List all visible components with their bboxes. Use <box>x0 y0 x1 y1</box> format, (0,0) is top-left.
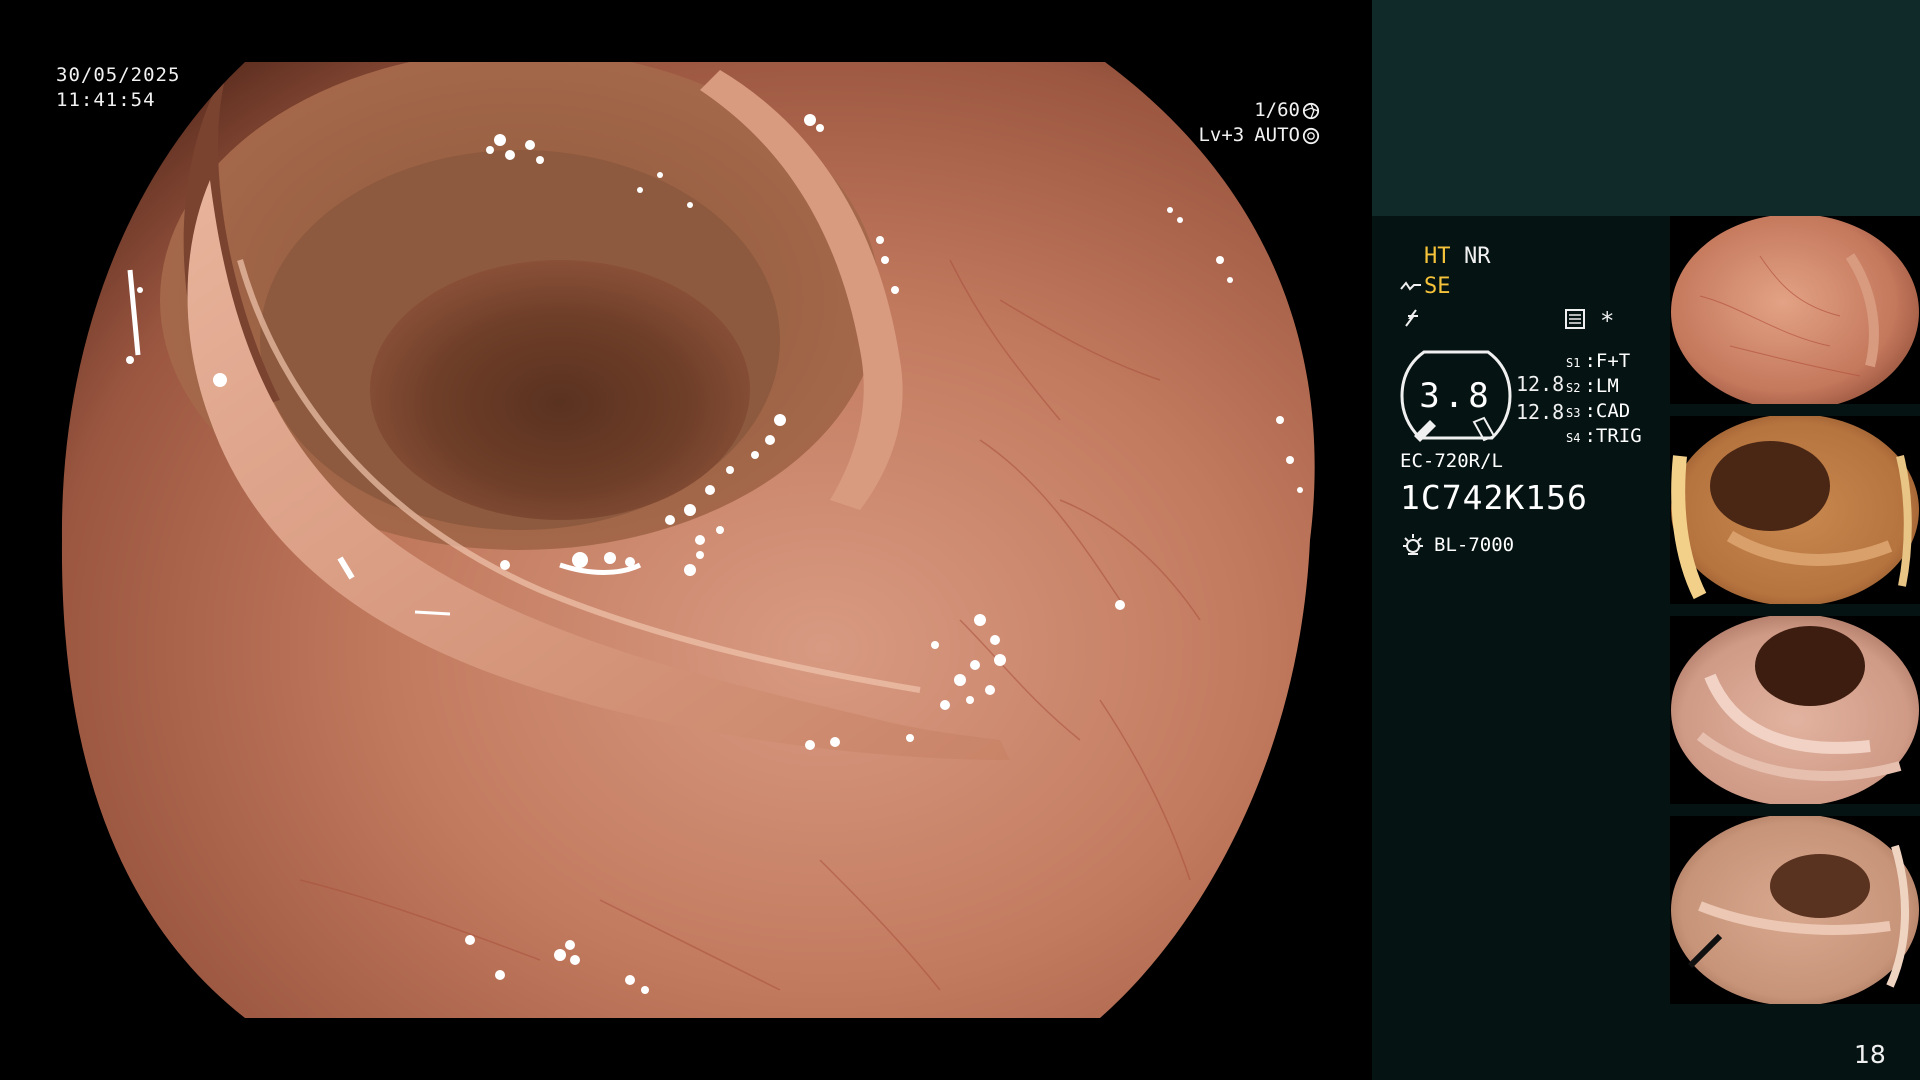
switch-key: S4 <box>1566 431 1581 445</box>
shutter-text: 1/60 <box>1254 99 1300 121</box>
switch-row-1: S1: F+T <box>1566 350 1631 372</box>
light-source-row: BL-7000 <box>1400 532 1514 558</box>
level-text: Lv+3 <box>1198 124 1245 146</box>
asterisk-indicator: * <box>1600 307 1615 335</box>
date-text: 30/05/2025 <box>56 64 181 86</box>
thumbnail-capture-3[interactable] <box>1670 616 1920 804</box>
switch-key: S2 <box>1566 381 1581 395</box>
endoscope-live-view: 30/05/2025 11:41:54 1/60 Lv+3 AUTO <box>0 0 1372 1080</box>
switch-value: TRIG <box>1595 425 1642 447</box>
nr-indicator: NR <box>1464 244 1491 269</box>
switch-row-3: S3: CAD <box>1566 400 1631 422</box>
shutter-icon <box>1302 102 1320 119</box>
time-text: 11:41:54 <box>56 89 156 111</box>
se-indicator: SE <box>1400 274 1451 300</box>
thumbnail-image <box>1671 416 1919 604</box>
se-wave-icon <box>1400 281 1421 291</box>
light-source-icon <box>1403 534 1423 555</box>
iris-icon <box>1302 127 1320 144</box>
switch-value: F+T <box>1595 350 1631 372</box>
thumbnail-capture-4[interactable] <box>1670 816 1920 1004</box>
thumbnail-image <box>1671 216 1919 404</box>
light-source-text: BL-7000 <box>1434 534 1515 556</box>
endoscopy-image <box>61 62 1315 1018</box>
side-panel-header-block <box>1372 0 1920 216</box>
page-number: 18 <box>1854 1040 1886 1069</box>
gauge-side-value-2: 12.8 <box>1516 400 1565 424</box>
switch-row-4: S4: TRIG <box>1566 425 1642 447</box>
scope-serial: 1C742K156 <box>1400 478 1588 517</box>
switch-value: LM <box>1595 375 1619 397</box>
scope-model: EC-720R/L <box>1400 450 1503 472</box>
thumbnail-image <box>1671 816 1919 1004</box>
thumbnail-image <box>1671 616 1919 804</box>
ht-indicator: HT <box>1424 244 1451 269</box>
datetime-display: 30/05/2025 11:41:54 <box>56 63 180 113</box>
thumbnail-capture-2[interactable] <box>1670 416 1920 604</box>
thumbnail-capture-1[interactable] <box>1670 216 1920 404</box>
sharpness-icon <box>1405 309 1418 327</box>
switch-key: S1 <box>1566 356 1581 370</box>
exposure-display: 1/60 Lv+3 AUTO <box>1198 98 1320 148</box>
switch-row-2: S2: LM <box>1566 375 1619 397</box>
gauge-side-value-1: 12.8 <box>1516 372 1565 396</box>
mode-text: AUTO <box>1254 124 1300 146</box>
gauge-value: 3.8 <box>1419 376 1493 416</box>
structure-icon <box>1565 309 1585 329</box>
switch-value: CAD <box>1595 400 1631 422</box>
switch-key: S3 <box>1566 406 1581 420</box>
se-text: SE <box>1424 274 1451 299</box>
